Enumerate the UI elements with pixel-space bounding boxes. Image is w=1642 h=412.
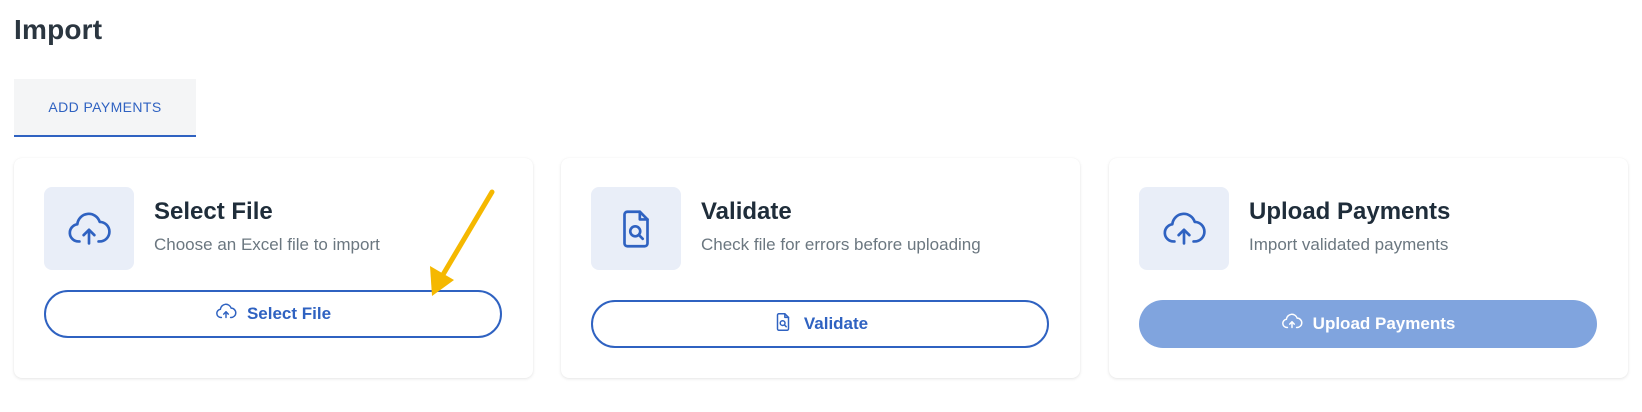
cloud-upload-icon [1139,187,1229,270]
tab-add-payments[interactable]: ADD PAYMENTS [14,79,196,137]
upload-payments-button[interactable]: Upload Payments [1139,300,1597,348]
upload-payments-title: Upload Payments [1249,198,1451,225]
validate-title: Validate [701,198,792,225]
tab-bar: ADD PAYMENTS [14,79,196,137]
select-file-title: Select File [154,198,273,225]
import-page: Import ADD PAYMENTS Select File Choose a… [0,0,1642,412]
page-title: Import [14,14,103,45]
cloud-upload-icon [1281,311,1303,338]
annotation-arrow-icon [430,189,495,296]
validate-subtitle: Check file for errors before uploading [701,235,981,254]
cloud-upload-icon [44,187,134,270]
upload-payments-button-label: Upload Payments [1312,314,1456,333]
file-search-icon [772,311,794,338]
validate-button[interactable]: Validate [591,300,1049,348]
file-search-icon [591,187,681,270]
select-file-button-label: Select File [246,304,332,323]
validate-card: Validate Check file for errors before up… [561,158,1080,378]
upload-payments-card: Upload Payments Import validated payment… [1109,158,1628,378]
validate-button-label: Validate [803,314,869,333]
cloud-upload-icon [215,301,237,328]
upload-payments-subtitle: Import validated payments [1249,235,1449,254]
select-file-subtitle: Choose an Excel file to import [154,235,380,254]
